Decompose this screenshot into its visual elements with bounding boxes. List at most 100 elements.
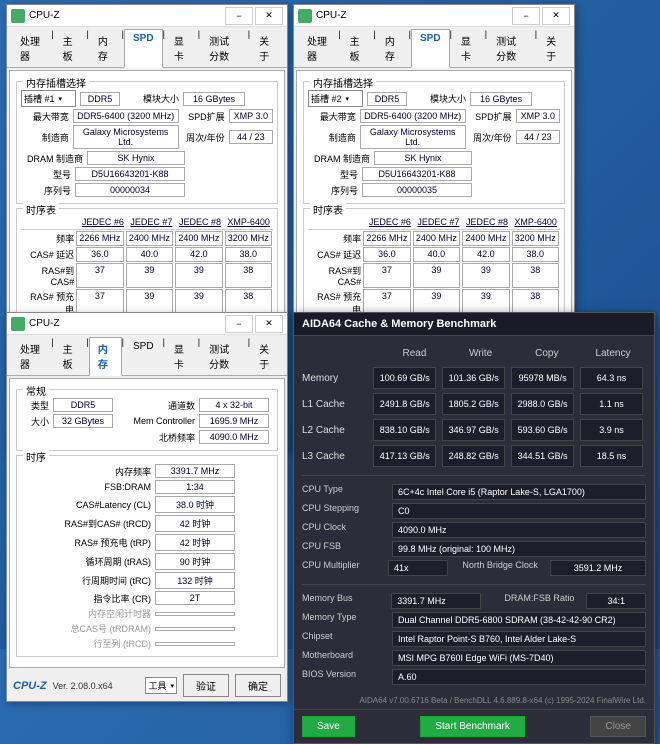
label-wkyr: 周次/年份 xyxy=(183,131,225,144)
tab-mb[interactable]: 主板 xyxy=(341,29,374,67)
cell: 40.0 xyxy=(126,247,173,262)
val-model: D5U16643201-K88 xyxy=(362,167,472,181)
cell: 39 xyxy=(126,263,173,288)
window-title: CPU-Z xyxy=(316,10,512,21)
k-nbclk: North Bridge Clock xyxy=(448,560,544,576)
v-mb: MSI MPG B760I Edge WiFi (MS-7D40) xyxy=(392,650,646,666)
aida-col: Copy xyxy=(514,348,580,359)
val-freq: 3391.7 MHz xyxy=(155,464,235,478)
close-button[interactable]: ✕ xyxy=(255,315,283,333)
val-chan: 4 x 32-bit xyxy=(199,398,269,412)
tab-spd[interactable]: SPD xyxy=(411,29,450,68)
slot-select[interactable]: 插槽 #1 xyxy=(21,90,76,107)
row-label: 频率 xyxy=(308,231,362,246)
label-spdext: SPD扩展 xyxy=(183,110,225,123)
tools-button[interactable]: 工具 xyxy=(145,677,177,694)
tab-bench[interactable]: 测试分数 xyxy=(487,29,535,67)
val-serial: 00000035 xyxy=(362,183,472,197)
col-h: JEDEC #6 xyxy=(366,215,415,229)
val-rcd: 42 时钟 xyxy=(155,515,235,532)
tab-spd[interactable]: SPD xyxy=(124,29,163,68)
cell: 42.0 xyxy=(175,247,222,262)
close-button[interactable]: Close xyxy=(590,716,646,737)
val-cl: 38.0 时钟 xyxy=(155,496,235,513)
cell: 37 xyxy=(363,263,410,288)
aida-title[interactable]: AIDA64 Cache & Memory Benchmark xyxy=(294,313,654,336)
close-button[interactable]: ✕ xyxy=(542,7,570,25)
row-label: RAS#到CAS# xyxy=(308,263,362,288)
save-button[interactable]: Save xyxy=(302,716,355,737)
table-row: 频率2266 MHz2400 MHz2400 MHz3200 MHz xyxy=(308,231,560,246)
start-benchmark-button[interactable]: Start Benchmark xyxy=(420,716,524,737)
tabs: 处理器| 主板| 内存| SPD| 显卡| 测试分数| 关于 xyxy=(294,27,574,68)
cell: 36.0 xyxy=(363,247,410,262)
slot-select[interactable]: 插槽 #2 xyxy=(308,90,363,107)
tab-about[interactable]: 关于 xyxy=(250,337,283,375)
tab-gpu[interactable]: 显卡 xyxy=(452,29,485,67)
aida64-window: AIDA64 Cache & Memory Benchmark Read Wri… xyxy=(293,312,655,744)
label-type: 类型 xyxy=(21,399,49,412)
tab-spd[interactable]: SPD xyxy=(124,337,163,375)
label-rtr: 行至列 (tRCD) xyxy=(21,637,151,650)
minimize-button[interactable]: − xyxy=(225,7,253,25)
cell: 39 xyxy=(462,263,509,288)
tab-cpu[interactable]: 处理器 xyxy=(11,29,51,67)
val-fsbdram: 1:34 xyxy=(155,480,235,494)
cell: 2266 MHz xyxy=(76,231,123,246)
label-fsbdram: FSB:DRAM xyxy=(21,482,151,492)
aida-cell: 64.3 ns xyxy=(580,367,643,389)
label-rp: RAS# 预充电 (tRP) xyxy=(21,536,151,549)
tab-about[interactable]: 关于 xyxy=(537,29,570,67)
ok-button[interactable]: 确定 xyxy=(235,674,281,697)
val-modsize: 16 GBytes xyxy=(183,92,245,106)
label-modsize: 模块大小 xyxy=(124,92,179,105)
tab-cpu[interactable]: 处理器 xyxy=(298,29,338,67)
validate-button[interactable]: 验证 xyxy=(183,674,229,697)
val-rtr xyxy=(155,642,235,646)
v-clock: 4090.0 MHz xyxy=(392,522,646,538)
val-maxbw: DDR5-6400 (3200 MHz) xyxy=(73,109,179,123)
label-cl: CAS#Latency (CL) xyxy=(21,500,151,510)
tab-mem[interactable]: 内存 xyxy=(89,337,122,376)
titlebar[interactable]: CPU-Z − ✕ xyxy=(7,313,287,335)
row-label: CAS# 延迟 xyxy=(308,247,362,262)
tab-mem[interactable]: 内存 xyxy=(89,29,122,67)
val-type: DDR5 xyxy=(53,398,113,412)
tab-about[interactable]: 关于 xyxy=(250,29,283,67)
tab-mem[interactable]: 内存 xyxy=(376,29,409,67)
tabs: 处理器| 主板| 内存| SPD| 显卡| 测试分数| 关于 xyxy=(7,335,287,376)
cell: 39 xyxy=(413,263,460,288)
val-idle xyxy=(155,612,235,616)
v-nbclk: 3591.2 MHz xyxy=(550,560,646,576)
titlebar[interactable]: CPU-Z − ✕ xyxy=(294,5,574,27)
tab-mb[interactable]: 主板 xyxy=(54,29,87,67)
tab-bench[interactable]: 测试分数 xyxy=(200,337,248,375)
aida-row-label: L2 Cache xyxy=(302,425,370,436)
k-bios: BIOS Version xyxy=(302,669,392,685)
v-mult: 41x xyxy=(388,560,448,576)
val-mfr: Galaxy Microsystems Ltd. xyxy=(73,125,179,149)
tab-cpu[interactable]: 处理器 xyxy=(11,337,51,375)
aida-cell: 101.36 GB/s xyxy=(442,367,505,389)
label-model: 型号 xyxy=(308,168,358,181)
k-chipset: Chipset xyxy=(302,631,392,647)
tab-mb[interactable]: 主板 xyxy=(54,337,87,375)
label-size: 大小 xyxy=(21,415,49,428)
close-button[interactable]: ✕ xyxy=(255,7,283,25)
cpuz-logo: CPU-Z xyxy=(13,680,47,692)
val-rp: 42 时钟 xyxy=(155,534,235,551)
mem-type: DDR5 xyxy=(367,92,407,106)
titlebar[interactable]: CPU-Z − ✕ xyxy=(7,5,287,27)
col-h: JEDEC #7 xyxy=(414,215,463,229)
group-timing-title: 时序表 xyxy=(310,202,346,217)
table-row: RAS#到CAS#37393938 xyxy=(308,263,560,288)
col-h: XMP-6400 xyxy=(511,215,560,229)
minimize-button[interactable]: − xyxy=(512,7,540,25)
table-row: RAS#到CAS#37393938 xyxy=(21,263,273,288)
tab-gpu[interactable]: 显卡 xyxy=(165,29,198,67)
tab-bench[interactable]: 测试分数 xyxy=(200,29,248,67)
tab-gpu[interactable]: 显卡 xyxy=(165,337,198,375)
aida-row: L2 Cache838.10 GB/s346.97 GB/s593.60 GB/… xyxy=(302,419,646,441)
aida-cell: 18.5 ns xyxy=(580,445,643,467)
minimize-button[interactable]: − xyxy=(225,315,253,333)
